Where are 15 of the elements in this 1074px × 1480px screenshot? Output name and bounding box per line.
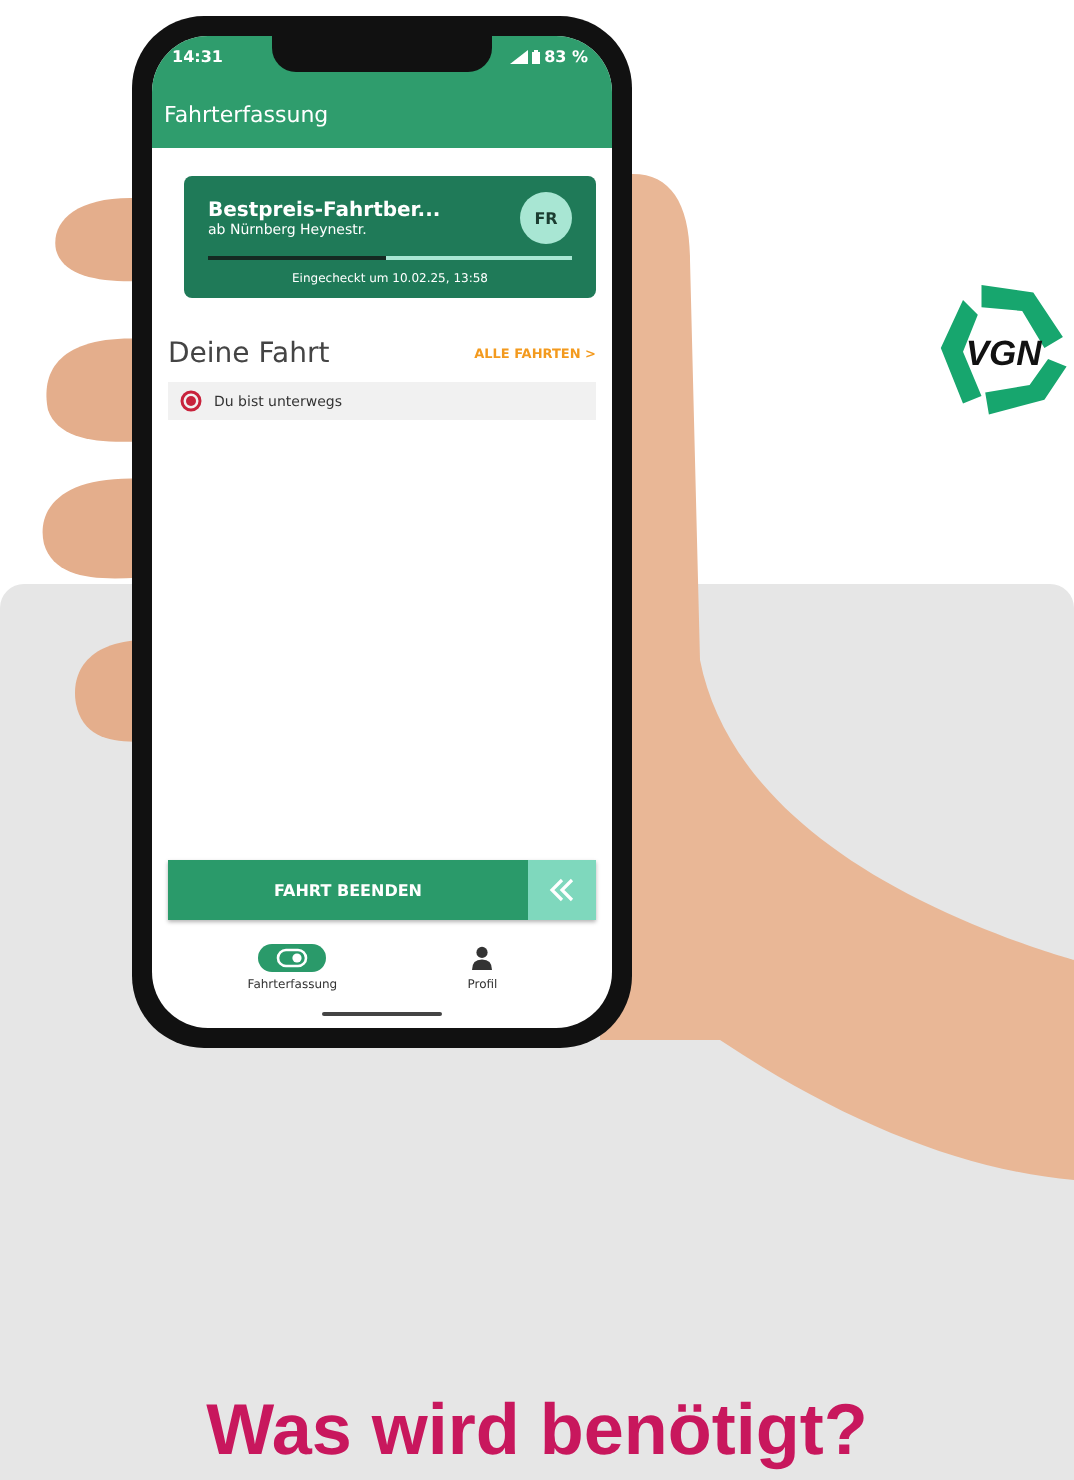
target-icon bbox=[180, 390, 202, 412]
ticket-title: Bestpreis-Fahrtber... bbox=[208, 199, 441, 221]
status-time: 14:31 bbox=[172, 48, 223, 66]
person-icon bbox=[470, 946, 495, 970]
ticket-badge: FR bbox=[520, 192, 572, 244]
double-chevron-icon bbox=[548, 878, 576, 902]
section-heading: Was wird benötigt? bbox=[206, 1388, 868, 1472]
app-title: Fahrterfassung bbox=[164, 102, 329, 128]
battery-icon bbox=[532, 50, 541, 64]
toggle-icon bbox=[276, 948, 309, 968]
home-indicator bbox=[322, 1012, 442, 1016]
trip-heading: Deine Fahrt bbox=[168, 338, 330, 370]
battery-percent: 83 % bbox=[544, 48, 588, 66]
end-trip-button[interactable]: FAHRT BEENDEN bbox=[168, 860, 596, 920]
signal-icon bbox=[510, 50, 529, 64]
